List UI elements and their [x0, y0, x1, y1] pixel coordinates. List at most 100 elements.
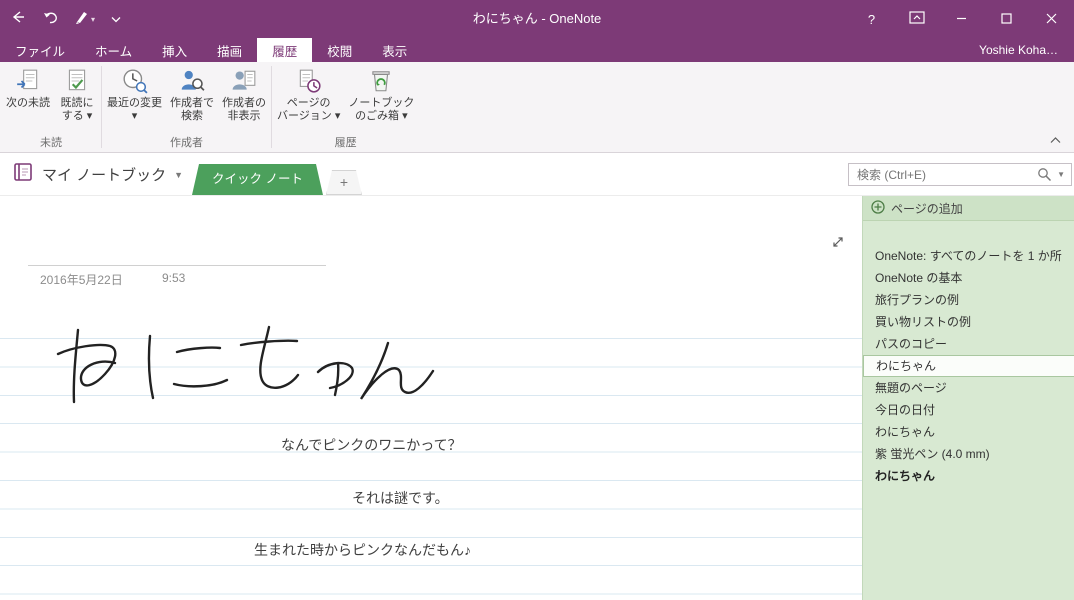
notebook-switcher[interactable]: マイ ノートブック ▼ — [12, 161, 183, 188]
ribbon-group-label: 未読 — [40, 137, 62, 149]
add-page-label: ページの追加 — [891, 201, 963, 216]
notebook-icon — [12, 161, 34, 188]
page-list-item[interactable]: わにちゃん — [863, 465, 1074, 487]
hide-authors-icon — [231, 67, 257, 95]
search-by-author-button[interactable]: 作成者で 検索 — [166, 64, 218, 125]
ribbon-display-options-button[interactable] — [894, 0, 939, 38]
search-icon[interactable] — [1034, 167, 1055, 182]
ribbon-button-label: 作成者で 検索 — [170, 97, 214, 122]
maximize-icon — [1001, 12, 1012, 27]
search-author-icon — [179, 67, 205, 95]
ribbon-group-separator — [271, 66, 272, 148]
section-tab-quick-notes[interactable]: クイック ノート — [192, 164, 323, 195]
customize-qat-button[interactable] — [111, 10, 121, 28]
maximize-button[interactable] — [984, 0, 1029, 38]
next-unread-button[interactable]: 次の未読 — [2, 64, 54, 112]
titlebar: ▾ わにちゃん - OneNote ? — [0, 0, 1074, 38]
page-list-item[interactable]: OneNote: すべてのノートを 1 か所 — [863, 245, 1074, 267]
tab-view[interactable]: 表示 — [367, 38, 422, 62]
page-list-item[interactable]: OneNote の基本 — [863, 267, 1074, 289]
page-list-item[interactable]: パスのコピー — [863, 333, 1074, 355]
page-versions-icon — [296, 67, 322, 95]
tab-draw[interactable]: 描画 — [202, 38, 257, 62]
hide-authors-button[interactable]: 作成者の 非表示 — [218, 64, 270, 125]
notebook-recycle-bin-button[interactable]: ノートブック のごみ箱 ▾ — [344, 64, 418, 125]
page-list-item[interactable]: 無題のページ — [863, 377, 1074, 399]
page-date[interactable]: 2016年5月22日 — [40, 271, 123, 288]
page-list-item-selected[interactable]: わにちゃん — [863, 355, 1074, 377]
recent-changes-icon — [122, 67, 148, 95]
tab-history[interactable]: 履歴 — [257, 38, 313, 62]
close-button[interactable] — [1029, 0, 1074, 38]
search-input[interactable] — [849, 167, 1035, 182]
ink-handwriting[interactable] — [55, 318, 445, 413]
ribbon-button-label: 既読に する ▾ — [60, 97, 94, 122]
search-box: ▼ — [848, 163, 1072, 186]
page-time[interactable]: 9:53 — [162, 271, 185, 285]
section-tabs: クイック ノート + — [192, 164, 362, 195]
ribbon-group-unread: 次の未読 既読に する ▾ 未読 — [2, 62, 100, 152]
tab-file[interactable]: ファイル — [0, 38, 80, 62]
chevron-down-icon — [111, 10, 121, 28]
page-canvas[interactable]: 2016年5月22日 9:53 なんでピンクのワニかって？ それは謎です。 生ま… — [0, 196, 862, 600]
page-title-underline — [28, 265, 326, 266]
minimize-button[interactable] — [939, 0, 984, 38]
back-button[interactable] — [10, 9, 26, 30]
page-list-item[interactable]: 旅行プランの例 — [863, 289, 1074, 311]
quick-access-toolbar: ▾ — [10, 0, 121, 38]
recycle-bin-icon — [368, 67, 394, 95]
ribbon-button-label: ノートブック のごみ箱 ▾ — [348, 97, 415, 122]
ribbon-tab-bar: ファイル ホーム 挿入 描画 履歴 校閲 表示 Yoshie Koha… — [0, 38, 1074, 62]
search-scope-dropdown[interactable]: ▼ — [1055, 170, 1071, 179]
pen-icon — [74, 9, 89, 29]
tab-insert[interactable]: 挿入 — [147, 38, 202, 62]
notebook-bar: マイ ノートブック ▼ クイック ノート + ▼ — [0, 153, 1074, 196]
chevron-up-icon — [1050, 131, 1061, 149]
ribbon-button-label: ページの バージョン ▾ — [277, 97, 341, 122]
note-text-line[interactable]: なんでピンクのワニかって？ — [281, 435, 462, 455]
notebook-name: マイ ノートブック — [42, 167, 167, 184]
page-list-item[interactable]: 紫 蛍光ペン (4.0 mm) — [863, 443, 1074, 465]
page-list-item[interactable]: 今日の日付 — [863, 399, 1074, 421]
page-list-pane: ページの追加 OneNote: すべてのノートを 1 か所 OneNote の基… — [862, 196, 1074, 600]
undo-button[interactable] — [42, 9, 58, 30]
content-area: 2016年5月22日 9:53 なんでピンクのワニかって？ それは謎です。 生ま… — [0, 196, 1074, 600]
help-button[interactable]: ? — [849, 0, 894, 38]
ribbon-group-authors: 最近の変更 ▾ 作成者で 検索 作成者の 非表示 作成者 — [103, 62, 270, 152]
account-name[interactable]: Yoshie Koha… — [979, 38, 1074, 62]
back-icon — [10, 9, 26, 30]
add-page-button[interactable]: ページの追加 — [863, 196, 1074, 221]
expand-diagonal-icon — [831, 235, 845, 254]
ink-text-value: わにちゃん — [0, 196, 1, 197]
chevron-down-icon: ▼ — [174, 169, 184, 180]
ribbon-button-label: 作成者の 非表示 — [222, 97, 266, 122]
tab-home[interactable]: ホーム — [80, 38, 147, 62]
ribbon-group-separator — [101, 66, 102, 148]
full-page-view-button[interactable] — [830, 236, 846, 252]
tab-review[interactable]: 校閲 — [312, 38, 367, 62]
close-icon — [1046, 12, 1057, 27]
onenote-window: ▾ わにちゃん - OneNote ? ファイル ホーム 挿入 描画 履歴 校閲… — [0, 0, 1074, 600]
mark-read-button[interactable]: 既読に する ▾ — [54, 64, 100, 125]
minimize-icon — [956, 12, 967, 27]
collapse-ribbon-button[interactable] — [1046, 133, 1064, 147]
ribbon-group-label: 作成者 — [170, 137, 203, 149]
note-text-line[interactable]: 生まれた時からピンクなんだもん♪ — [254, 540, 471, 560]
ribbon: 次の未読 既読に する ▾ 未読 最近の変更 ▾ 作成者で 検索 作成者の 非表… — [0, 62, 1074, 153]
page-versions-button[interactable]: ページの バージョン ▾ — [273, 64, 344, 125]
recent-changes-button[interactable]: 最近の変更 ▾ — [103, 64, 166, 125]
add-section-button[interactable]: + — [326, 170, 362, 195]
page-list-item[interactable]: 買い物リストの例 — [863, 311, 1074, 333]
ribbon-display-icon — [908, 11, 925, 27]
ribbon-group-label: 履歴 — [334, 137, 357, 149]
ribbon-button-label: 最近の変更 ▾ — [107, 97, 162, 122]
ribbon-button-label: 次の未読 — [6, 97, 50, 109]
mark-read-icon — [64, 67, 90, 95]
window-controls: ? — [849, 0, 1074, 38]
ink-tool-button[interactable]: ▾ — [74, 9, 95, 29]
add-circle-icon — [871, 199, 885, 217]
chevron-down-icon: ▾ — [91, 14, 96, 24]
page-list-item[interactable]: わにちゃん — [863, 421, 1074, 443]
ribbon-group-history: ページの バージョン ▾ ノートブック のごみ箱 ▾ 履歴 — [273, 62, 418, 152]
note-text-line[interactable]: それは謎です。 — [352, 488, 449, 508]
